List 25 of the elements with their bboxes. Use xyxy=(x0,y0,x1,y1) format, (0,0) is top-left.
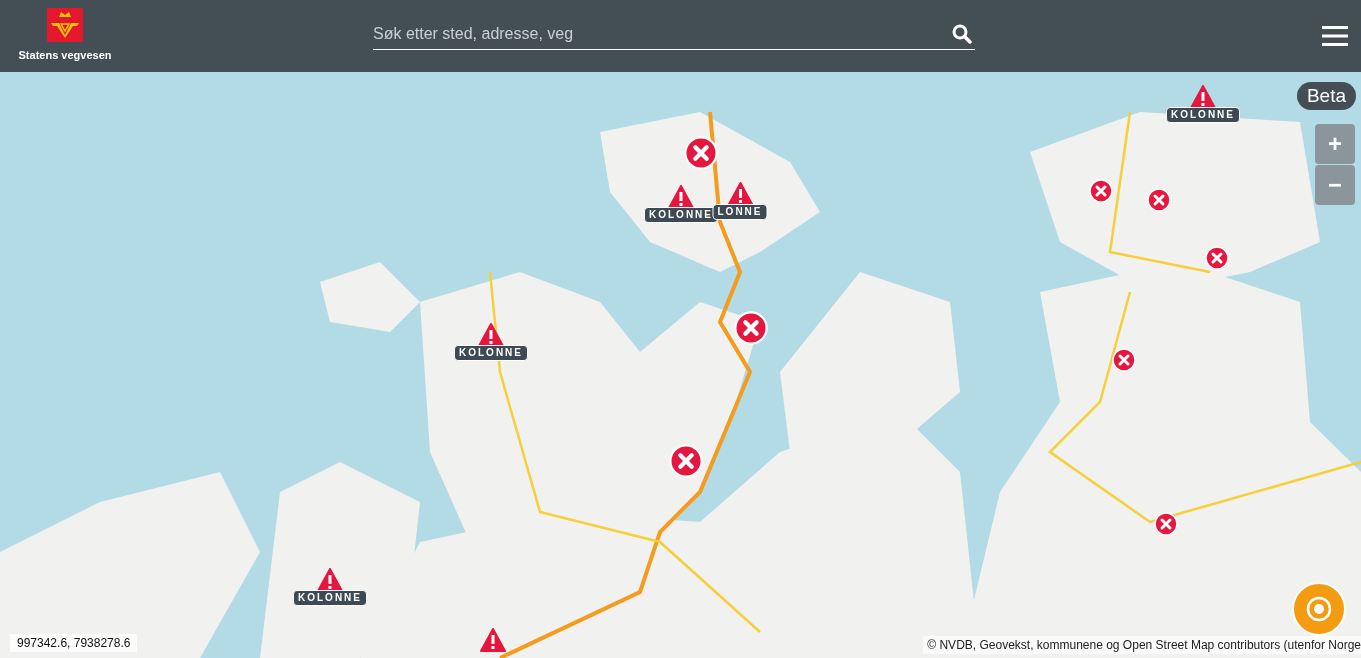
closed-road-icon[interactable] xyxy=(1154,512,1178,536)
marker-label: KOLONNE xyxy=(644,207,718,223)
closed-road-icon[interactable] xyxy=(1147,188,1171,212)
zoom-out-button[interactable]: − xyxy=(1315,165,1355,205)
closed-road-icon[interactable] xyxy=(669,444,703,478)
search-field[interactable]: Søk etter sted, adresse, veg xyxy=(373,21,952,46)
search-icon[interactable] xyxy=(952,23,972,44)
menu-icon[interactable] xyxy=(1322,25,1348,47)
marker-label: LONNE xyxy=(712,204,768,220)
closed-road-icon[interactable] xyxy=(1205,246,1229,270)
beta-badge: Beta xyxy=(1296,82,1356,110)
closed-road-icon[interactable] xyxy=(734,311,768,345)
locate-icon xyxy=(1306,596,1332,622)
marker-label: KOLONNE xyxy=(1166,107,1240,123)
closed-road-icon[interactable] xyxy=(684,136,718,170)
logo-text: Statens vegvesen xyxy=(18,48,112,64)
attribution-text: © NVDB, Geovekst, kommunene og Open Street Map contributors (utenfor Norge xyxy=(923,636,1361,654)
warning-icon[interactable] xyxy=(480,628,506,652)
closed-road-icon[interactable] xyxy=(1112,348,1136,372)
marker-label: KOLONNE xyxy=(454,345,528,361)
marker-label: KOLONNE xyxy=(293,590,367,606)
closed-road-icon[interactable] xyxy=(1089,179,1113,203)
logo-icon[interactable] xyxy=(47,8,83,43)
zoom-in-button[interactable]: + xyxy=(1315,124,1355,164)
coordinates-text: 997342.6, 7938278.6 xyxy=(10,634,138,652)
